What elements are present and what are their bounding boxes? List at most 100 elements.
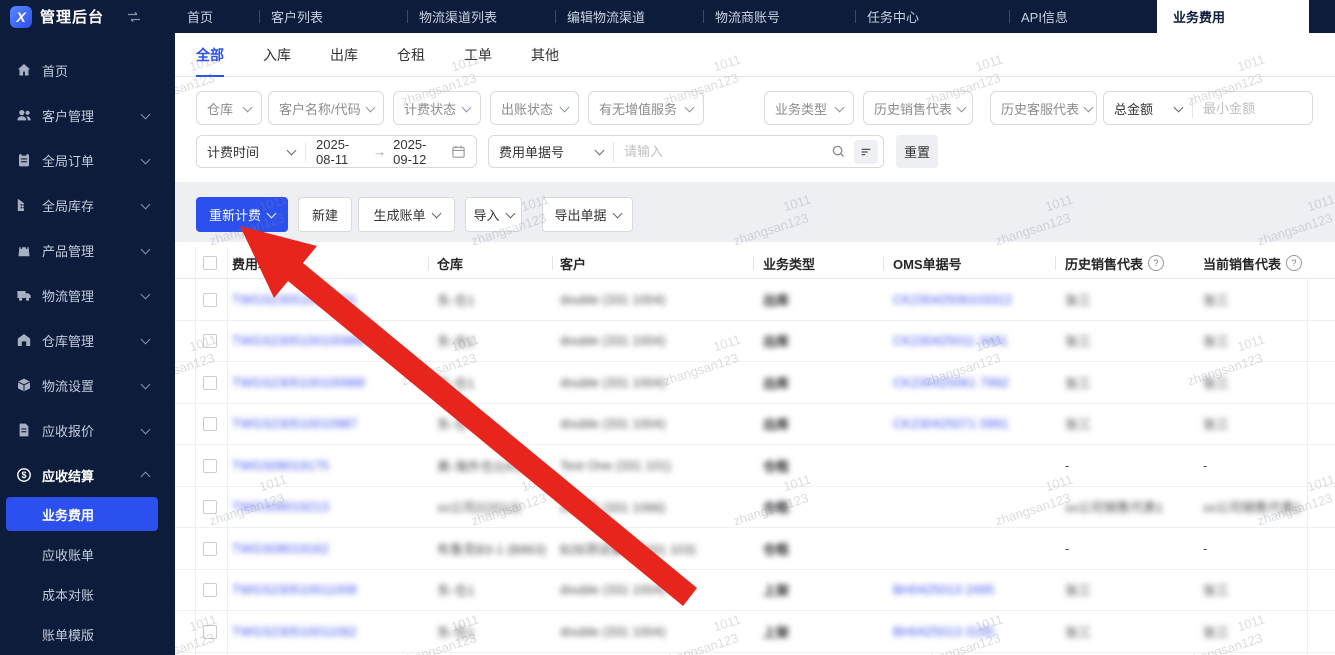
doc-type-select[interactable]: 费用单据号 <box>489 136 613 167</box>
topnav-item-4[interactable]: 编辑物流渠道 <box>555 0 703 33</box>
tab-label: 出库 <box>330 46 358 63</box>
date-from[interactable]: 2025-08-11 <box>316 137 366 167</box>
topnav-item-3[interactable]: 物流渠道列表 <box>407 0 555 33</box>
filter-select-8[interactable]: 历史客服代表 <box>990 91 1097 125</box>
cell-fee[interactable]: TWGS08019175 <box>232 445 329 486</box>
filter-select-label: 仓库 <box>207 101 234 117</box>
cell-type: 仓租 <box>763 500 790 516</box>
search-list-icon[interactable] <box>854 139 878 164</box>
tab-5[interactable]: 工单 <box>464 33 492 77</box>
help-icon[interactable]: ? <box>1148 255 1165 271</box>
sidebar-subitem-label: 业务费用 <box>42 507 95 523</box>
cell-fee[interactable]: TWGS08019213 <box>232 487 329 528</box>
topnav-item-7[interactable]: API信息 <box>1009 0 1157 33</box>
search-icon[interactable] <box>831 144 846 159</box>
cell-fee[interactable]: TWGS230510011008 <box>232 570 357 611</box>
cell-fee[interactable]: TWGS2305100100988 <box>232 321 365 362</box>
sidebar-item-7[interactable]: 仓库管理 <box>0 323 175 357</box>
cell-fee[interactable]: TWGS2305100100988 <box>232 362 365 403</box>
date-to[interactable]: 2025-09-12 <box>393 137 444 167</box>
quote-icon <box>16 422 32 438</box>
sidebar-item-4[interactable]: 全局库存 <box>0 188 175 222</box>
filter-select-7[interactable]: 历史销售代表 <box>863 91 973 125</box>
row-checkbox[interactable] <box>203 458 217 473</box>
time-type-select[interactable]: 计费时间 <box>197 136 305 167</box>
cell-oms[interactable]: CK23042506103312 <box>893 279 1012 320</box>
sidebar-subitem-成本对账[interactable]: 成本对账 <box>0 577 175 611</box>
tab-6[interactable]: 其他 <box>531 33 559 77</box>
action-button-5[interactable]: 导出单据 <box>542 197 633 232</box>
cell-fee[interactable]: TWGS230510011001 <box>232 279 357 320</box>
sidebar-item-6[interactable]: 物流管理 <box>0 278 175 312</box>
column-header-1: 费用单据号 <box>232 247 297 279</box>
sidebar-item-2[interactable]: 客户管理 <box>0 98 175 132</box>
app-title: 管理后台 <box>40 9 105 26</box>
sidebar-item-label: 应收报价 <box>42 423 95 439</box>
cell-curr: 张三 <box>1203 375 1230 391</box>
topnav-item-6[interactable]: 任务中心 <box>855 0 1009 33</box>
amount-type-select[interactable]: 总金额 <box>1104 92 1192 124</box>
doc-number-input[interactable] <box>614 144 831 159</box>
action-button-4[interactable]: 导入 <box>465 197 522 232</box>
package-icon <box>16 377 32 393</box>
table-row-8: TWGS230510011008 东-仓1 double (331 1004) 上架 B… <box>175 569 1335 611</box>
reset-button[interactable]: 重置 <box>896 135 938 168</box>
action-button-2[interactable]: 新建 <box>298 197 352 232</box>
date-range-picker[interactable]: 2025-08-11 → 2025-09-12 <box>306 137 476 167</box>
sidebar-item-5[interactable]: 产品管理 <box>0 233 175 267</box>
topnav-item-8[interactable]: 业务费用 <box>1157 0 1309 33</box>
sidebar-item-8[interactable]: 物流设置 <box>0 368 175 402</box>
select-all-checkbox[interactable] <box>203 256 217 270</box>
sidebar-item-9[interactable]: 应收报价 <box>0 413 175 447</box>
cell-fee[interactable]: TWGS230510010987 <box>232 404 358 445</box>
collapse-sidebar-icon[interactable] <box>126 9 142 25</box>
cell-oms[interactable]: CK230425061 7992 <box>893 362 1009 403</box>
row-checkbox[interactable] <box>203 624 217 639</box>
users-icon <box>16 107 32 123</box>
row-checkbox[interactable] <box>203 334 217 349</box>
row-checkbox[interactable] <box>203 292 217 307</box>
row-checkbox[interactable] <box>203 375 217 390</box>
action-button-3[interactable]: 生成账单 <box>358 197 455 232</box>
cell-customer: double (331 1004) <box>560 623 666 639</box>
cell-oms[interactable]: CK230425071 0991 <box>893 404 1009 445</box>
row-checkbox[interactable] <box>203 541 217 556</box>
row-checkbox[interactable] <box>203 417 217 432</box>
sidebar-subitem-业务费用[interactable]: 业务费用 <box>6 497 158 531</box>
filter-select-3[interactable]: 计费状态 <box>393 91 481 125</box>
sidebar-item-10[interactable]: $ 应收结算 <box>0 458 175 492</box>
action-button-1[interactable]: 重新计费 <box>196 197 288 232</box>
topnav-tabs: 首页 客户列表 物流渠道列表 编辑物流渠道 物流商账号 任务中心 API信息 业务费用 <box>175 0 1335 33</box>
cell-oms[interactable]: CK230425011 3491 <box>893 321 1008 362</box>
help-icon[interactable]: ? <box>1286 255 1303 271</box>
tab-4[interactable]: 仓租 <box>397 33 425 77</box>
cell-fee[interactable]: TWGS08019162 <box>232 528 329 569</box>
tab-2[interactable]: 入库 <box>263 33 291 77</box>
cell-type: 仓租 <box>763 541 790 557</box>
cell-fee[interactable]: TWGS230510011062 <box>232 611 357 652</box>
filter-select-5[interactable]: 有无增值服务 <box>588 91 704 125</box>
cell-oms[interactable]: BH0425013 2495 <box>893 570 994 611</box>
sidebar-item-1[interactable]: 首页 <box>0 53 175 87</box>
row-checkbox[interactable] <box>203 583 217 598</box>
cell-curr: - <box>1203 457 1208 473</box>
filter-select-6[interactable]: 业务类型 <box>764 91 854 125</box>
sidebar-subitem-账单模版[interactable]: 账单模版 <box>0 617 175 651</box>
sidebar-item-3[interactable]: 全局订单 <box>0 143 175 177</box>
row-checkbox[interactable] <box>203 500 217 515</box>
filter-select-4[interactable]: 出账状态 <box>490 91 579 125</box>
topnav-item-2[interactable]: 客户列表 <box>259 0 407 33</box>
filter-select-1[interactable]: 仓库 <box>196 91 262 125</box>
sidebar-subitem-应收账单[interactable]: 应收账单 <box>0 537 175 571</box>
filter-select-2[interactable]: 客户名称/代码 <box>268 91 384 125</box>
topnav-item-1[interactable]: 首页 <box>175 0 259 33</box>
chevron-down-icon <box>594 145 605 156</box>
cell-oms[interactable]: BH0425013 3195 <box>893 611 994 652</box>
topnav-item-5[interactable]: 物流商账号 <box>703 0 855 33</box>
tab-3[interactable]: 出库 <box>330 33 358 77</box>
column-header-4: 业务类型 <box>763 247 815 279</box>
cell-hist: 张三 <box>1065 375 1092 391</box>
min-amount-input[interactable] <box>1193 100 1312 116</box>
tab-1[interactable]: 全部 <box>196 33 224 77</box>
chevron-down-icon <box>612 208 622 219</box>
